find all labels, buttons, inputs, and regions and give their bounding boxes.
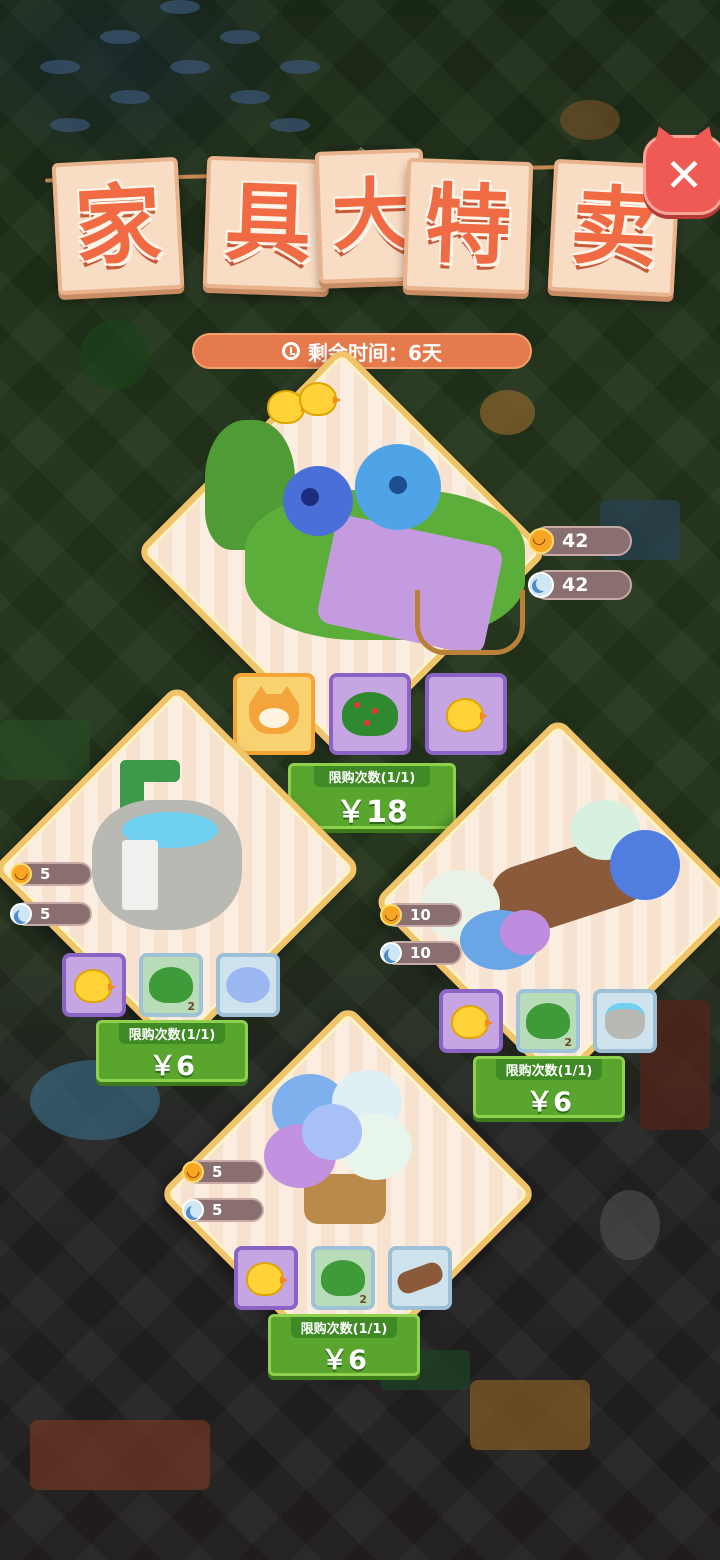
title-banner: ⏱ 家 具 大 特 卖	[45, 145, 695, 310]
title-card-1: 家	[51, 156, 185, 296]
moon-icon	[10, 903, 32, 925]
title-char: 大	[330, 169, 412, 263]
purchase-limit-text: 限购次数(1/1)	[496, 1059, 602, 1080]
sun-icon	[528, 528, 554, 554]
hydrangea-log-icon	[394, 1259, 446, 1297]
title-char: 具	[223, 172, 313, 276]
chick-icon	[74, 967, 116, 1003]
stat-value: 5	[212, 1163, 223, 1181]
title-char: 特	[423, 174, 513, 278]
reward-count: 2	[564, 1036, 572, 1049]
stat-sun: 10	[380, 903, 462, 927]
buy-button-6[interactable]: 限购次数(1/1) ￥6	[473, 1056, 625, 1118]
stat-sun: 5	[182, 1160, 264, 1184]
reward-count: 2	[187, 1000, 195, 1013]
hydrangea-pot-icon	[262, 1064, 422, 1234]
stat-value: 10	[410, 944, 431, 962]
reward-slot[interactable]	[216, 953, 280, 1017]
reward-slot[interactable]: 2	[139, 953, 203, 1017]
buy-button-6[interactable]: 限购次数(1/1) ￥6	[268, 1314, 420, 1376]
moon-icon	[528, 572, 554, 598]
stat-sun: 42	[528, 526, 632, 556]
stone-basin-icon	[605, 1003, 645, 1039]
red-berry-bush-icon	[342, 692, 398, 736]
green-bush-icon	[321, 1260, 365, 1296]
chick-icon	[246, 1260, 288, 1296]
reward-slot[interactable]	[233, 673, 315, 755]
purchase-limit-text: 限购次数(1/1)	[291, 1317, 397, 1338]
reward-slot[interactable]	[439, 989, 503, 1053]
close-button[interactable]: ✕	[643, 135, 720, 215]
flower-bed-icon	[205, 380, 535, 660]
title-char: 家	[72, 173, 164, 279]
close-icon: ✕	[664, 148, 704, 202]
stone-basin-icon	[92, 760, 252, 930]
purchase-limit-text: 限购次数(1/1)	[313, 766, 431, 787]
chick-icon	[446, 696, 488, 732]
sun-icon	[380, 904, 402, 926]
price-text: ￥6	[526, 1087, 572, 1118]
stat-moon: 5	[182, 1198, 264, 1222]
green-bush-icon	[149, 967, 193, 1003]
clock-icon	[282, 342, 301, 360]
reward-slot[interactable]	[329, 673, 411, 755]
reward-slot[interactable]	[234, 1246, 298, 1310]
stat-moon: 5	[10, 902, 92, 926]
stat-moon: 42	[528, 570, 632, 600]
stat-moon: 10	[380, 941, 462, 965]
price-text: ￥6	[321, 1345, 367, 1376]
buy-button-6[interactable]: 限购次数(1/1) ￥6	[96, 1020, 248, 1082]
price-text: ￥6	[149, 1051, 195, 1082]
reward-slot[interactable]	[425, 673, 507, 755]
sun-icon	[182, 1161, 204, 1183]
sun-icon	[10, 863, 32, 885]
stat-value: 10	[410, 906, 431, 924]
purchase-limit-text: 限购次数(1/1)	[119, 1023, 225, 1044]
reward-slot[interactable]	[593, 989, 657, 1053]
reward-slot[interactable]: 2	[311, 1246, 375, 1310]
stat-sun: 5	[10, 862, 92, 886]
stat-value: 5	[40, 905, 51, 923]
moon-icon	[380, 942, 402, 964]
green-bush-icon	[526, 1003, 570, 1039]
title-card-4: 特	[402, 157, 534, 295]
stat-value: 5	[212, 1201, 223, 1219]
cat-pillow-icon	[249, 686, 299, 734]
moon-icon	[182, 1199, 204, 1221]
stat-value: 42	[562, 574, 589, 596]
reward-slot[interactable]	[388, 1246, 452, 1310]
hydrangea-cart-icon	[226, 967, 270, 1003]
reward-slot[interactable]	[62, 953, 126, 1017]
title-card-2: 具	[202, 155, 334, 293]
stat-value: 5	[40, 865, 51, 883]
stat-value: 42	[562, 530, 589, 552]
reward-count: 2	[359, 1293, 367, 1306]
reward-slot[interactable]: 2	[516, 989, 580, 1053]
chick-icon	[451, 1003, 493, 1039]
remaining-time-pill: 剩余时间：6天	[192, 333, 532, 369]
